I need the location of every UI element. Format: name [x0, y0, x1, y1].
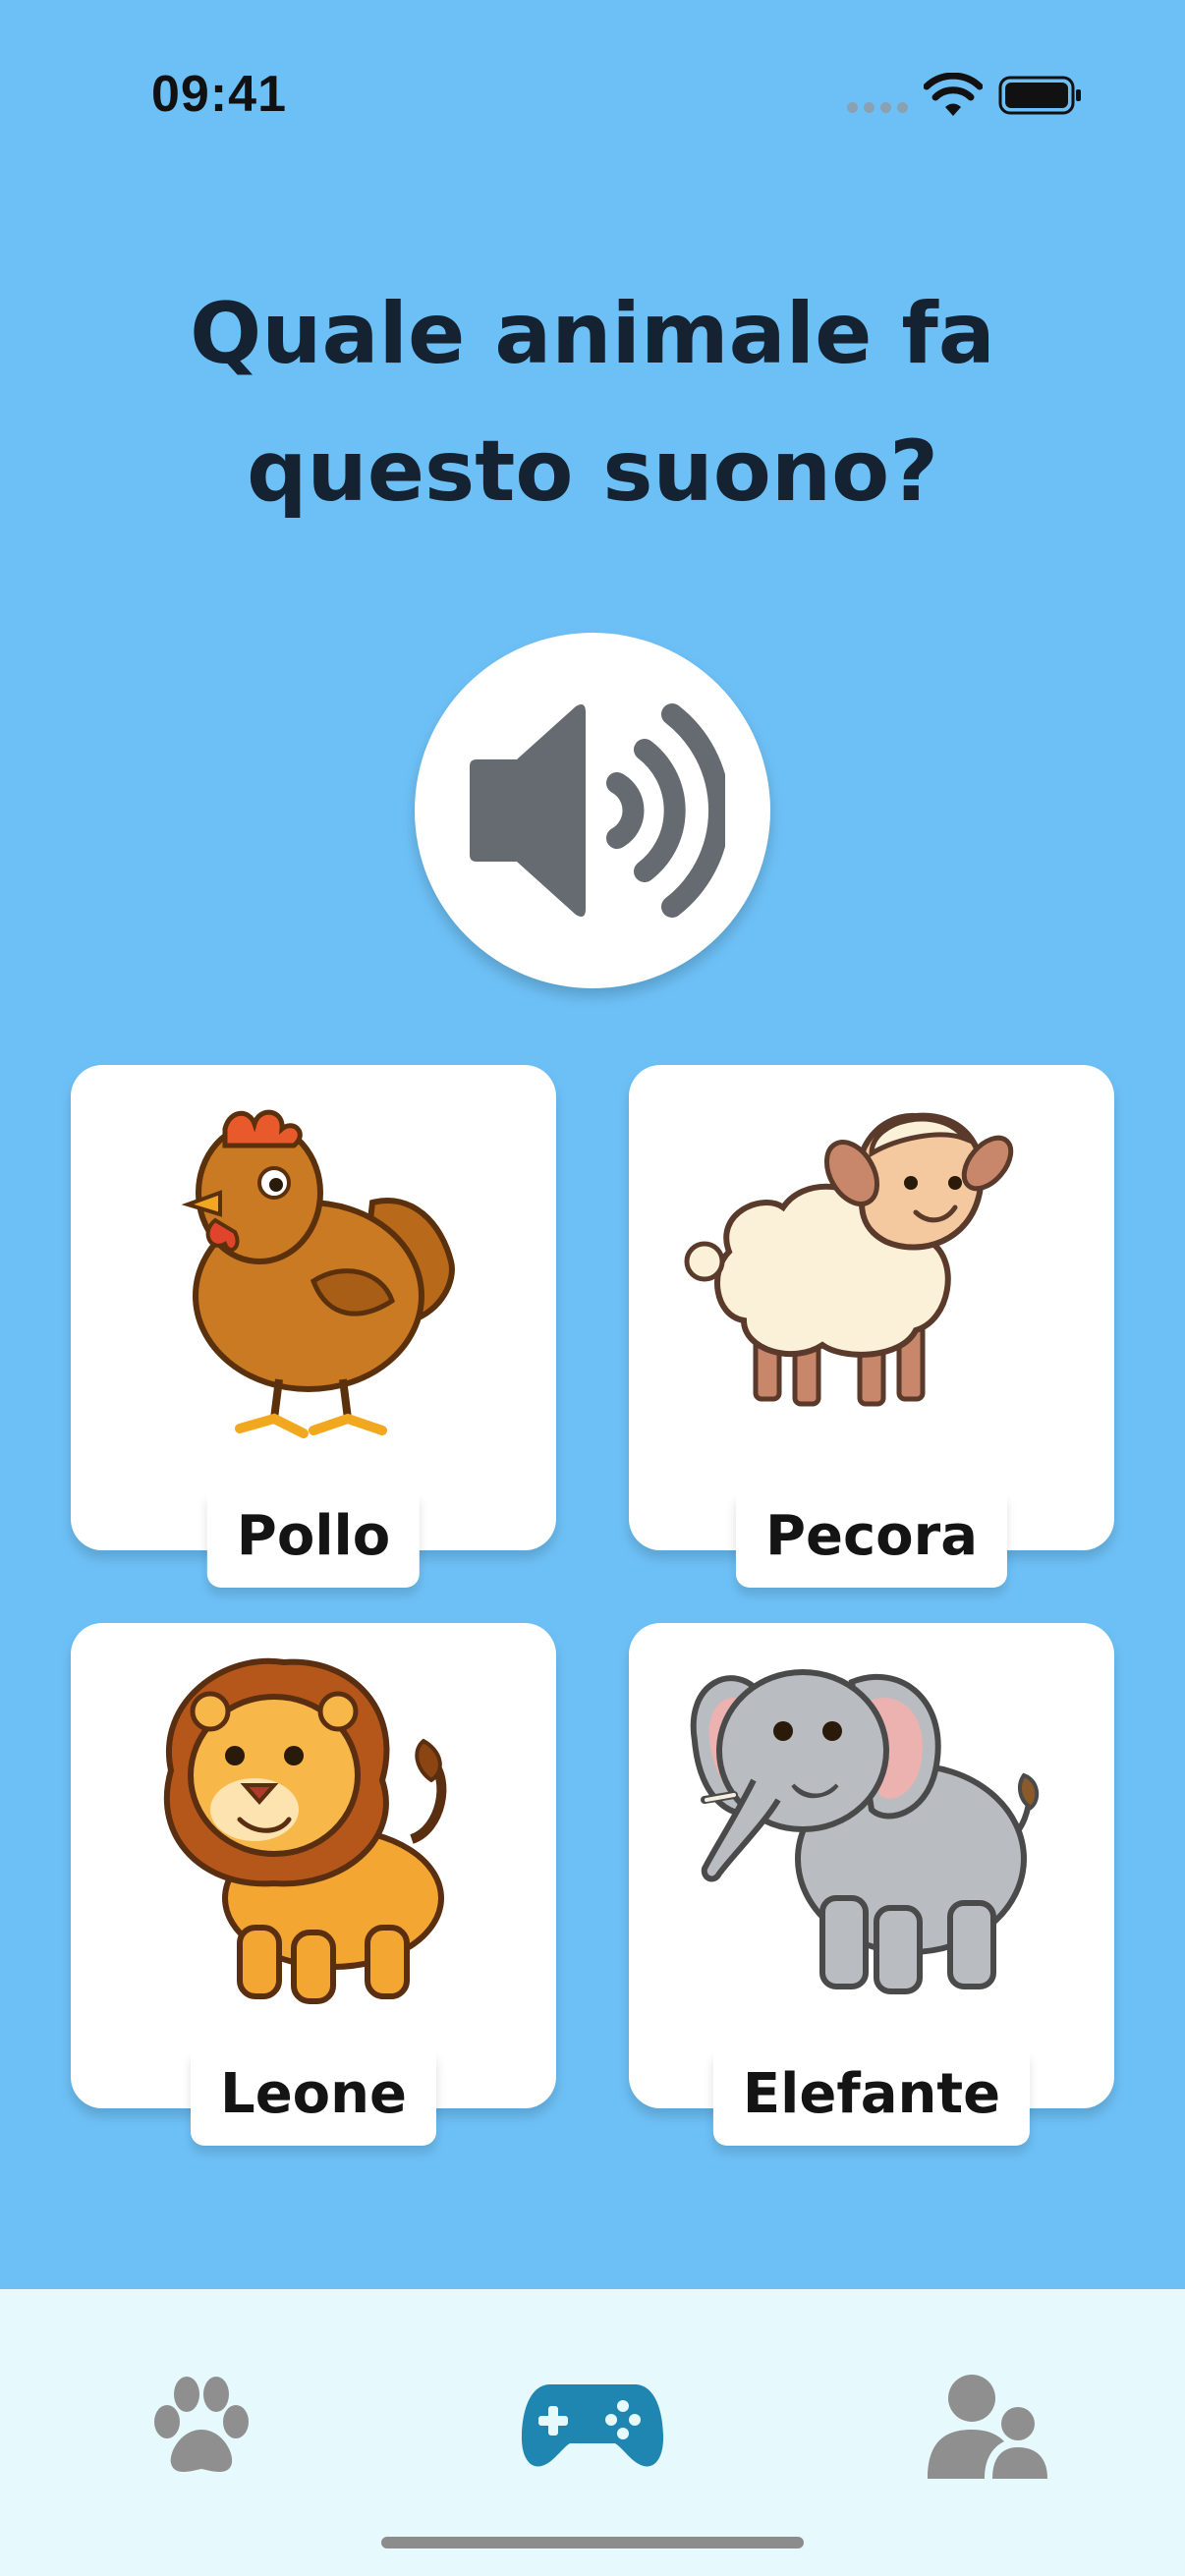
battery-icon [998, 76, 1081, 115]
gamepad-icon [521, 2384, 664, 2467]
tab-bar [0, 2289, 1185, 2576]
card-label: Pecora [735, 1493, 1008, 1588]
tab-profile[interactable] [920, 2368, 1057, 2486]
wifi-icon [924, 73, 983, 116]
card-label: Elefante [712, 2051, 1031, 2146]
elephant-icon [690, 1669, 1040, 1994]
tab-game[interactable] [519, 2368, 666, 2486]
chicken-icon [181, 1109, 455, 1438]
card-label: Pollo [206, 1493, 421, 1588]
card-label: Leone [191, 2051, 436, 2146]
home-indicator [381, 2537, 804, 2548]
status-time: 09:41 [151, 66, 287, 123]
lion-icon [163, 1657, 447, 2004]
question-title: Quale animale fa questo suono? [190, 285, 995, 521]
status-bar: 09:41 [0, 0, 1185, 177]
play-sound-button[interactable] [415, 633, 770, 988]
answer-card-pollo[interactable]: Pollo [71, 1065, 556, 1588]
speaker-volume-icon [470, 703, 725, 918]
answer-card-elefante[interactable]: Elefante [629, 1623, 1114, 2146]
sheep-icon [684, 1112, 1014, 1407]
tab-animals[interactable] [138, 2368, 265, 2486]
paw-icon [154, 2377, 249, 2472]
answer-card-pecora[interactable]: Pecora [629, 1065, 1114, 1588]
signal-dots-icon [847, 102, 908, 114]
users-icon [928, 2375, 1047, 2479]
answer-card-leone[interactable]: Leone [71, 1623, 556, 2146]
